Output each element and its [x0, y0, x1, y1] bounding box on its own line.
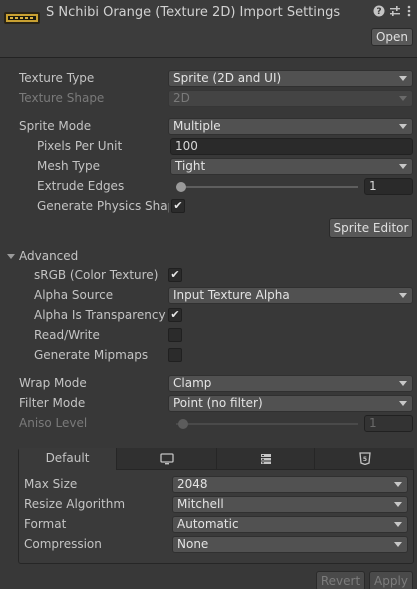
- monitor-icon: [159, 453, 174, 465]
- kebab-menu-icon[interactable]: [402, 5, 416, 19]
- srgb-checkbox[interactable]: ✔: [168, 268, 182, 282]
- chevron-down-icon: [399, 76, 407, 81]
- chevron-down-icon: [399, 381, 407, 386]
- texture-shape-dropdown: 2D: [168, 90, 413, 107]
- filter-mode-value: Point (no filter): [173, 396, 263, 410]
- compression-dropdown[interactable]: None: [172, 536, 408, 553]
- sprite-mode-value: Multiple: [173, 119, 221, 133]
- chevron-down-icon: [399, 401, 407, 406]
- mesh-type-dropdown[interactable]: Tight: [170, 158, 413, 175]
- format-label: Format: [24, 517, 67, 531]
- generate-physics-shape-label: Generate Physics Shap: [37, 199, 169, 213]
- help-icon[interactable]: ?: [372, 5, 386, 19]
- tab-standalone[interactable]: [117, 448, 217, 470]
- max-size-value: 2048: [177, 477, 208, 491]
- texture-type-dropdown[interactable]: Sprite (2D and UI): [168, 70, 413, 87]
- extrude-edges-label: Extrude Edges: [37, 179, 125, 193]
- alpha-source-value: Input Texture Alpha: [173, 288, 290, 302]
- chevron-down-icon: [399, 164, 407, 169]
- alpha-is-transparency-checkbox[interactable]: ✔: [168, 308, 182, 322]
- chevron-down-icon: [394, 482, 402, 487]
- format-value: Automatic: [177, 517, 239, 531]
- tab-webgl[interactable]: 5: [315, 448, 414, 470]
- alpha-is-transparency-label: Alpha Is Transparency: [34, 308, 166, 322]
- alpha-source-label: Alpha Source: [34, 288, 114, 302]
- svg-text:?: ?: [376, 7, 381, 17]
- chevron-down-icon: [399, 293, 407, 298]
- max-size-dropdown[interactable]: 2048: [172, 476, 408, 493]
- svg-text:5: 5: [362, 456, 366, 463]
- texture-type-label: Texture Type: [19, 71, 95, 85]
- aniso-level-label: Aniso Level: [19, 416, 88, 430]
- pixels-per-unit-label: Pixels Per Unit: [37, 139, 123, 153]
- alpha-source-dropdown[interactable]: Input Texture Alpha: [168, 287, 413, 304]
- generate-mipmaps-checkbox[interactable]: [168, 348, 182, 362]
- mesh-type-value: Tight: [175, 159, 206, 173]
- chevron-down-icon: [394, 542, 402, 547]
- chevron-down-icon: [394, 502, 402, 507]
- advanced-foldout-label[interactable]: Advanced: [19, 248, 78, 265]
- read-write-checkbox[interactable]: [168, 328, 182, 342]
- format-dropdown[interactable]: Automatic: [172, 516, 408, 533]
- resize-algorithm-dropdown[interactable]: Mitchell: [172, 496, 408, 513]
- generate-mipmaps-label: Generate Mipmaps: [34, 348, 149, 362]
- sprite-mode-dropdown[interactable]: Multiple: [168, 118, 413, 135]
- server-icon: [260, 454, 271, 464]
- mesh-type-label: Mesh Type: [37, 159, 100, 173]
- chevron-down-icon: [394, 522, 402, 527]
- sprite-editor-button[interactable]: Sprite Editor: [329, 218, 413, 238]
- foldout-arrow-icon[interactable]: [7, 254, 15, 259]
- extrude-edges-slider-track[interactable]: [176, 186, 358, 188]
- tab-server[interactable]: [217, 448, 315, 470]
- compression-label: Compression: [24, 537, 102, 551]
- extrude-edges-slider-handle[interactable]: [176, 182, 186, 192]
- read-write-label: Read/Write: [34, 328, 100, 342]
- wrap-mode-label: Wrap Mode: [19, 376, 87, 390]
- chevron-down-icon: [399, 96, 407, 101]
- sliders-icon[interactable]: [388, 5, 402, 19]
- max-size-label: Max Size: [24, 477, 78, 491]
- html5-icon: 5: [358, 452, 371, 466]
- extrude-edges-field[interactable]: 1: [364, 178, 413, 195]
- filter-mode-label: Filter Mode: [19, 396, 86, 410]
- wrap-mode-dropdown[interactable]: Clamp: [168, 375, 413, 392]
- compression-value: None: [177, 537, 209, 551]
- resize-algorithm-value: Mitchell: [177, 497, 224, 511]
- srgb-label: sRGB (Color Texture): [34, 268, 159, 282]
- wrap-mode-value: Clamp: [173, 376, 212, 390]
- apply-button[interactable]: Apply: [369, 571, 413, 589]
- aniso-level-slider-handle: [178, 419, 188, 429]
- texture-thumbnail: [4, 4, 40, 32]
- aniso-level-field: 1: [364, 415, 413, 432]
- open-button[interactable]: Open: [371, 28, 413, 46]
- filter-mode-dropdown[interactable]: Point (no filter): [168, 395, 413, 412]
- chevron-down-icon: [399, 124, 407, 129]
- resize-algorithm-label: Resize Algorithm: [24, 497, 126, 511]
- texture-shape-label: Texture Shape: [19, 91, 105, 105]
- generate-physics-shape-checkbox[interactable]: ✔: [171, 199, 185, 213]
- inspector-title: S Nchibi Orange (Texture 2D) Import Sett…: [46, 5, 341, 20]
- pixels-per-unit-field[interactable]: 100: [170, 138, 413, 155]
- tab-default[interactable]: Default: [19, 448, 117, 470]
- revert-button[interactable]: Revert: [316, 571, 365, 589]
- texture-shape-value: 2D: [173, 91, 190, 105]
- aniso-level-slider-track: [176, 423, 358, 425]
- texture-type-value: Sprite (2D and UI): [173, 71, 282, 85]
- sprite-mode-label: Sprite Mode: [19, 119, 92, 133]
